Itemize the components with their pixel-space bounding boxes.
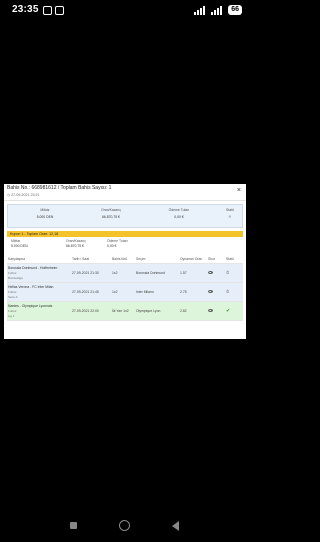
date-cell: 27-09-2021 21:45 [71, 282, 111, 302]
selection-cell: Inter Milano [135, 282, 179, 302]
match-cell: Hellas Verona - FC Inter Milan Futbol Se… [7, 282, 71, 302]
odds-cell: 1.57 [179, 263, 207, 283]
score-cell[interactable] [207, 282, 225, 302]
battery-icon: 66 [228, 5, 242, 15]
close-button[interactable]: × [237, 187, 241, 194]
date-cell: 27-09-2021 21:30 [71, 263, 111, 283]
score-cell[interactable] [207, 263, 225, 283]
status-cell: ✔ [225, 301, 243, 321]
pending-icon: ⏱ [226, 289, 230, 294]
match-cell: Nantes - Olympique Lyonnais Futbol Lig 1 [7, 301, 71, 321]
navigation-bar [0, 512, 250, 542]
pending-icon: ⏱ [228, 215, 232, 219]
modal-title: Bahis No.: 668981612 / Toplam Bahis Sayı… [7, 185, 112, 191]
eye-icon[interactable] [208, 270, 213, 274]
modal-header: Bahis No.: 668981612 / Toplam Bahis Sayı… [4, 184, 246, 201]
recent-apps-button[interactable] [70, 522, 77, 529]
eye-icon[interactable] [208, 308, 213, 312]
score-cell[interactable] [207, 301, 225, 321]
table-row: Hellas Verona - FC Inter Milan Futbol Se… [7, 282, 243, 302]
coupon-payout: Ödeme Tutarı 0,00 € [107, 239, 128, 248]
signal-icon [211, 5, 224, 15]
bet-type-cell: İlk Yarı 1x2 [111, 301, 135, 321]
bets-table: Karşılaşma Tarih / Saat Bahis türü Seçim… [7, 256, 243, 321]
coupon-stake: Miktar 5.000 DEN [11, 239, 28, 248]
coupon-header[interactable]: Kupon 1 - Toplam Oran: 12,18 [7, 231, 243, 237]
signal-icon [194, 5, 207, 15]
notification-icon [55, 6, 64, 15]
summary-stake: Miktar 5.000 DEN [36, 208, 54, 219]
match-cell: Borussia Dortmund - Hoffenheim Futbol Bu… [7, 263, 71, 283]
clock: 23:35 [12, 4, 39, 15]
home-button[interactable] [119, 520, 130, 531]
status-cell: ⏱ [225, 263, 243, 283]
date-cell: 27-09-2021 22:00 [71, 301, 111, 321]
odds-cell: 2.82 [179, 301, 207, 321]
column-header: Seçim [135, 256, 179, 264]
status-cell: ⏱ [225, 282, 243, 302]
summary-status: Statü ⏱ [222, 208, 238, 219]
table-header-row: Karşılaşma Tarih / Saat Bahis türü Seçim… [7, 256, 243, 264]
column-header: Tarih / Saat [71, 256, 111, 264]
table-row: Nantes - Olympique Lyonnais Futbol Lig 1… [7, 301, 243, 321]
pending-icon: ⏱ [226, 270, 230, 275]
bet-type-cell: 1x2 [111, 282, 135, 302]
summary-payout: Ödeme Tutarı 0,00 € [168, 208, 190, 219]
status-bar: 23:35 66 [0, 0, 250, 22]
bet-summary: Miktar 5.000 DEN Oran/Kazanç 66.870,75 €… [7, 204, 243, 228]
selection-cell: Olympique Lyon [135, 301, 179, 321]
table-row: Borussia Dortmund - Hoffenheim Futbol Bu… [7, 263, 243, 283]
column-header: Skor [207, 256, 225, 264]
modal-subtitle: ◷ 27-09-2021 23:21 [7, 193, 40, 197]
coupon-odds: Oran/Kazanç 66.870,75 € [66, 239, 86, 248]
column-header: Bahis türü [111, 256, 135, 264]
eye-icon[interactable] [208, 289, 213, 293]
notification-icon [43, 6, 52, 15]
coupon-info: Miktar 5.000 DEN Oran/Kazanç 66.870,75 €… [7, 239, 243, 254]
summary-total-odds: Oran/Kazanç 66.870,75 € [101, 208, 121, 219]
column-header: Statü [225, 256, 243, 264]
column-header: Karşılaşma [7, 256, 71, 264]
odds-cell: 2.75 [179, 282, 207, 302]
bet-type-cell: 1x2 [111, 263, 135, 283]
check-icon: ✔ [226, 307, 231, 314]
back-button[interactable] [172, 521, 179, 531]
bet-details-modal: Bahis No.: 668981612 / Toplam Bahis Sayı… [4, 184, 246, 339]
selection-cell: Borussia Dortmund [135, 263, 179, 283]
column-header: Oynanan Oran [179, 256, 207, 264]
